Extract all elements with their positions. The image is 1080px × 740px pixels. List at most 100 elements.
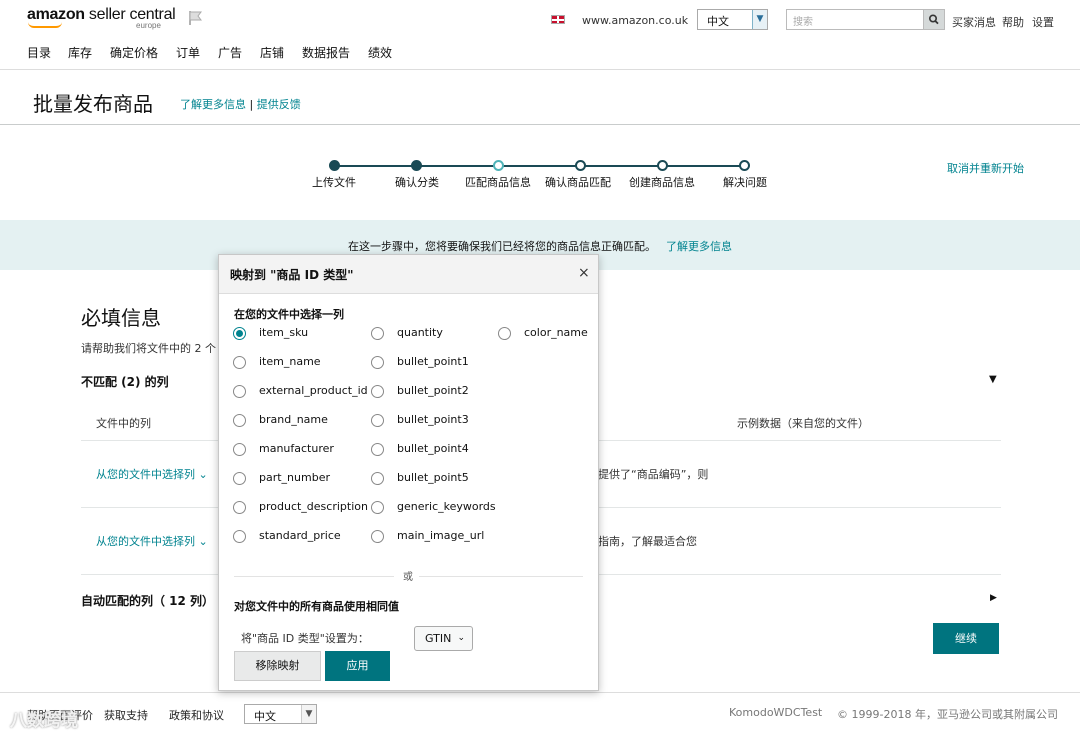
step-dot-create — [657, 160, 668, 171]
option-label[interactable]: item_sku — [259, 326, 308, 339]
logo-light-text: seller central — [84, 6, 176, 23]
expand-triangle-icon[interactable]: ▶ — [990, 593, 997, 603]
radio-part-number[interactable] — [233, 472, 246, 485]
option-label[interactable]: product_description — [259, 500, 368, 513]
marketplace-domain[interactable]: www.amazon.co.uk — [582, 14, 688, 27]
buyer-messages-link[interactable]: 买家消息 — [952, 14, 996, 30]
search-button[interactable] — [923, 9, 945, 30]
or-separator: 或 — [403, 572, 413, 583]
option-label[interactable]: brand_name — [259, 413, 328, 426]
chevron-down-icon: ▼ — [752, 10, 767, 29]
step-dot-resolve — [739, 160, 750, 171]
step-dot-match — [493, 160, 504, 171]
nav-reports[interactable]: 数据报告 — [302, 44, 350, 61]
option-label[interactable]: bullet_point5 — [397, 471, 469, 484]
option-label[interactable]: bullet_point2 — [397, 384, 469, 397]
logo-bold-text: amazon — [27, 6, 85, 23]
column-header-sample: 示例数据（来自您的文件） — [737, 417, 869, 430]
option-label[interactable]: part_number — [259, 471, 330, 484]
feedback-link[interactable]: 提供反馈 — [257, 98, 301, 111]
language-select[interactable]: 中文 ▼ — [697, 9, 768, 30]
option-label[interactable]: bullet_point3 — [397, 413, 469, 426]
info-learn-more-link[interactable]: 了解更多信息 — [666, 238, 732, 254]
option-label[interactable]: bullet_point1 — [397, 355, 469, 368]
option-label[interactable]: external_product_id — [259, 384, 368, 397]
required-info-title: 必填信息 — [81, 306, 161, 330]
nav-orders[interactable]: 订单 — [176, 44, 200, 61]
settings-link[interactable]: 设置 — [1032, 14, 1054, 30]
uk-flag-icon — [551, 15, 565, 24]
option-label[interactable]: quantity — [397, 326, 443, 339]
option-label[interactable]: generic_keywords — [397, 500, 496, 513]
flag-icon[interactable] — [188, 10, 204, 26]
radio-bullet-point4[interactable] — [371, 443, 384, 456]
help-link[interactable]: 帮助 — [1002, 14, 1024, 30]
footer-copyright: © 1999-2018 年，亚马逊公司或其附属公司 — [837, 708, 1058, 721]
option-label[interactable]: bullet_point4 — [397, 442, 469, 455]
radio-quantity[interactable] — [371, 327, 384, 340]
radio-manufacturer[interactable] — [233, 443, 246, 456]
required-info-help: 请帮助我们将文件中的 2 个 — [81, 342, 216, 355]
option-label[interactable]: color_name — [524, 326, 588, 339]
choose-column-dropdown[interactable]: 从您的文件中选择列 ⌄ — [96, 533, 208, 549]
same-value-heading: 对您文件中的所有商品使用相同值 — [234, 600, 399, 613]
option-label[interactable]: main_image_url — [397, 529, 484, 542]
radio-bullet-point2[interactable] — [371, 385, 384, 398]
footer-language-value: 中文 — [254, 710, 276, 723]
radio-bullet-point5[interactable] — [371, 472, 384, 485]
unmatched-columns-title[interactable]: 不匹配 (2) 的列 — [81, 373, 169, 390]
radio-generic-keywords[interactable] — [371, 501, 384, 514]
title-bar: 批量发布商品 了解更多信息 | 提供反馈 — [0, 70, 1080, 125]
step-label-category: 确认分类 — [395, 176, 439, 189]
footer-account-name: KomodoWDCTest — [729, 706, 823, 719]
radio-bullet-point3[interactable] — [371, 414, 384, 427]
nav-stores[interactable]: 店铺 — [260, 44, 284, 61]
step-label-match: 匹配商品信息 — [465, 176, 531, 189]
step-dot-upload — [329, 160, 340, 171]
learn-more-link[interactable]: 了解更多信息 — [180, 98, 246, 111]
title-links: 了解更多信息 | 提供反馈 — [180, 96, 301, 112]
footer-support-link[interactable]: 获取支持 — [104, 707, 148, 723]
collapse-triangle-icon[interactable]: ▼ — [989, 374, 997, 385]
nav-inventory[interactable]: 库存 — [68, 44, 92, 61]
amazon-smile-icon — [28, 22, 62, 28]
close-icon[interactable]: × — [578, 265, 590, 281]
option-label[interactable]: item_name — [259, 355, 321, 368]
step-dot-confirm — [575, 160, 586, 171]
choose-column-label: 从您的文件中选择列 — [96, 468, 195, 481]
apply-button[interactable]: 应用 — [325, 651, 390, 681]
nav-performance[interactable]: 绩效 — [368, 44, 392, 61]
nav-pricing[interactable]: 确定价格 — [110, 44, 158, 61]
auto-matched-title[interactable]: 自动匹配的列（ 12 列） — [81, 592, 214, 609]
radio-color-name[interactable] — [498, 327, 511, 340]
footer-language-select[interactable]: 中文 ▼ — [244, 704, 317, 724]
option-label[interactable]: standard_price — [259, 529, 341, 542]
product-id-type-select[interactable]: GTIN ⌄ — [414, 626, 473, 651]
cancel-restart-link[interactable]: 取消并重新开始 — [947, 160, 1024, 176]
language-value: 中文 — [707, 15, 729, 28]
radio-item-name[interactable] — [233, 356, 246, 369]
link-separator: | — [249, 98, 254, 111]
footer-policies-link[interactable]: 政策和协议 — [169, 707, 224, 723]
divider — [234, 576, 394, 577]
nav-advertising[interactable]: 广告 — [218, 44, 242, 61]
remove-mapping-button[interactable]: 移除映射 — [234, 651, 321, 681]
continue-button[interactable]: 继续 — [933, 623, 999, 654]
product-id-type-value: GTIN — [425, 632, 452, 645]
radio-item-sku[interactable] — [233, 327, 246, 340]
map-column-modal: 映射到 "商品 ID 类型" × 在您的文件中选择一列 item_sku ite… — [218, 254, 599, 691]
radio-bullet-point1[interactable] — [371, 356, 384, 369]
radio-external-product-id[interactable] — [233, 385, 246, 398]
option-label[interactable]: manufacturer — [259, 442, 334, 455]
choose-column-dropdown[interactable]: 从您的文件中选择列 ⌄ — [96, 466, 208, 482]
nav-catalog[interactable]: 目录 — [27, 44, 51, 61]
radio-main-image-url[interactable] — [371, 530, 384, 543]
set-value-label: 将"商品 ID 类型"设置为： — [241, 632, 369, 645]
search-input[interactable]: 搜索 — [786, 9, 924, 30]
search-icon — [929, 14, 939, 25]
radio-standard-price[interactable] — [233, 530, 246, 543]
radio-brand-name[interactable] — [233, 414, 246, 427]
page-title: 批量发布商品 — [33, 92, 153, 116]
step-label-confirm: 确认商品匹配 — [545, 176, 611, 189]
radio-product-description[interactable] — [233, 501, 246, 514]
